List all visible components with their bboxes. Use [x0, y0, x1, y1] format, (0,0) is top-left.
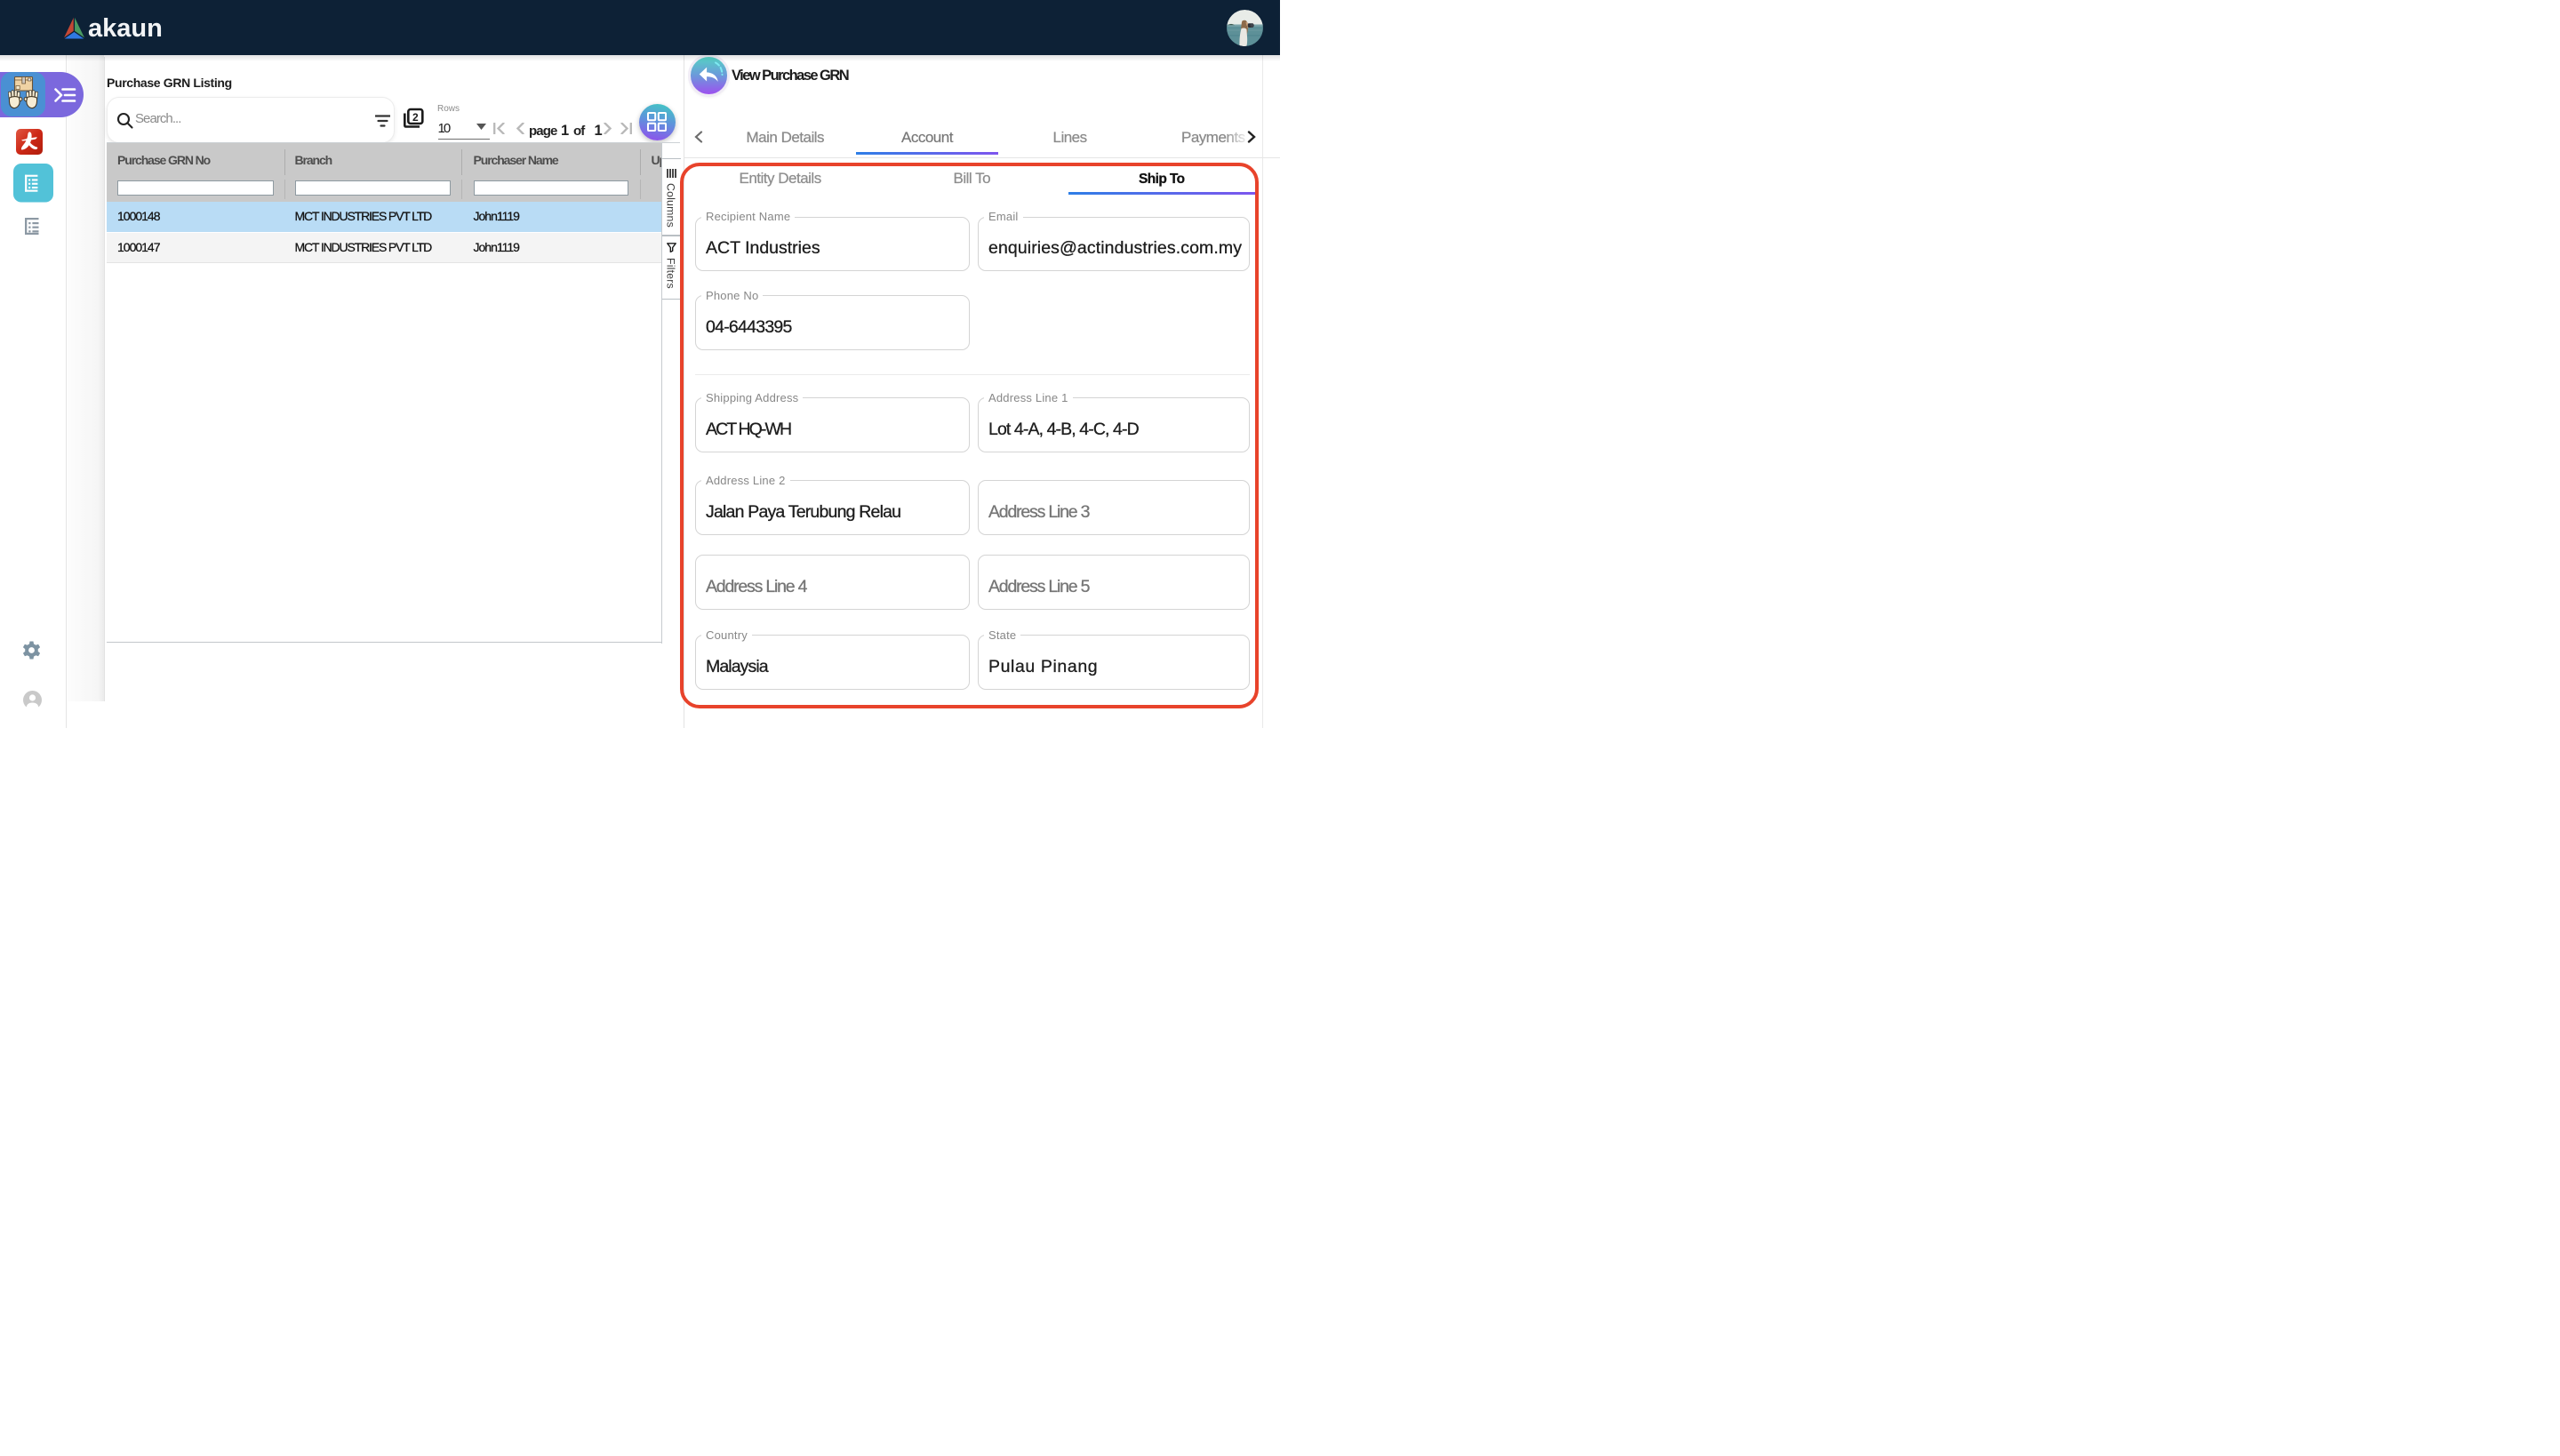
svg-text:2: 2: [412, 110, 419, 123]
